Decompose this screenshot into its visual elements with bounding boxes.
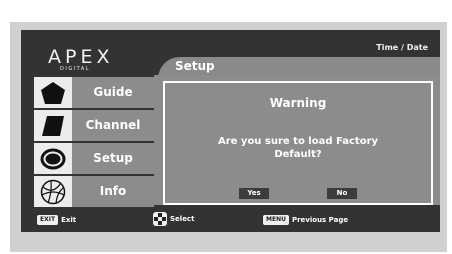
menu-label: Setup (93, 151, 133, 165)
menu-item-info[interactable]: Info (34, 176, 154, 207)
menu-item-channel[interactable]: Channel (34, 110, 154, 141)
warning-dialog: Warning Are you sure to load Factory Def… (163, 81, 433, 205)
previous-page-label: Previous Page (291, 216, 349, 224)
dialog-title: Warning (269, 96, 327, 110)
menu-label: Info (99, 184, 127, 198)
footer-select: Select (153, 212, 194, 226)
menu-item-guide[interactable]: Guide (34, 77, 154, 108)
select-label: Select (170, 215, 195, 223)
exit-key-icon: EXIT (37, 215, 59, 225)
dpad-icon (153, 212, 167, 226)
apex-logo: APEX DIGITAL (48, 46, 114, 73)
logo-text: APEX (48, 46, 114, 68)
yes-button[interactable]: Yes (239, 188, 269, 199)
guide-icon (34, 77, 72, 108)
footer-exit: EXIT Exit (37, 214, 76, 226)
section-title: Setup (175, 59, 215, 73)
menu-item-setup[interactable]: Setup (34, 143, 154, 174)
channel-icon (34, 110, 72, 141)
menu-key-icon: MENU (263, 215, 289, 225)
dialog-message-line2: Default? (274, 149, 322, 160)
menu-label: Guide (93, 85, 133, 99)
time-date: Time / Date (376, 43, 428, 52)
exit-label: Exit (61, 216, 77, 224)
footer-previous-page: MENU Previous Page (263, 214, 348, 226)
info-icon (34, 176, 72, 207)
no-button[interactable]: No (327, 188, 357, 199)
dialog-message: Are you sure to load Factory Default? (165, 135, 431, 161)
dialog-message-line1: Are you sure to load Factory (217, 136, 379, 147)
menu-label: Channel (85, 118, 141, 132)
setup-icon (34, 143, 72, 174)
